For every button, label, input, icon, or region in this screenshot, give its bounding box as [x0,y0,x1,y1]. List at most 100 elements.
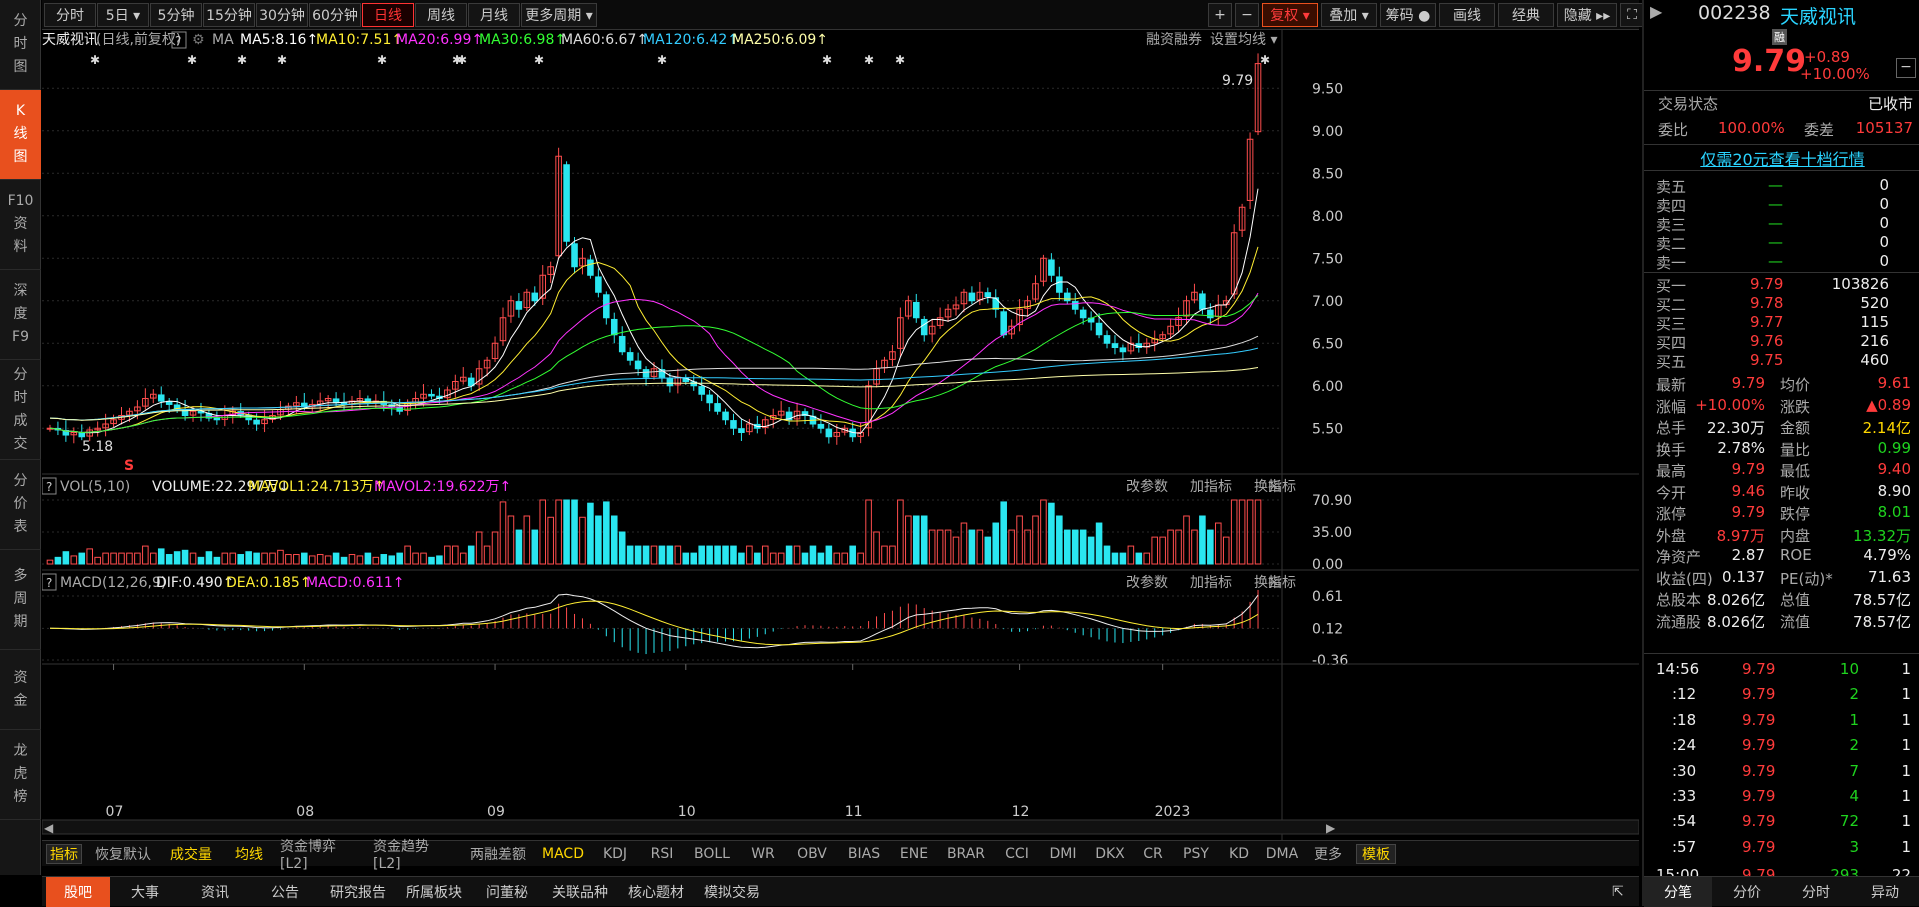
left-nav-item-5[interactable]: 分 价 表 [0,460,41,550]
indicator-24[interactable]: 模板 [1356,844,1396,864]
s-marker[interactable]: S [124,458,134,474]
period-btn-0[interactable]: 分时 [44,3,96,27]
tool-btn-3[interactable]: 叠加 ▾ [1321,3,1377,27]
tool-btn-8[interactable]: ⛶ [1620,3,1644,27]
indicator-22[interactable]: DMA [1264,844,1300,864]
expand-icon[interactable]: ⇱ [1612,877,1624,907]
volume-bar [1071,529,1079,565]
tool-btn-2[interactable]: 复权 ▾ [1262,3,1318,27]
left-nav-item-6[interactable]: 多 周 期 [0,550,41,650]
indicator-8[interactable]: KDJ [596,844,634,864]
event-marker-icon[interactable]: ✱ [90,53,100,67]
indicator-0[interactable]: 指标 [46,844,82,864]
bottom-tab-9[interactable]: 模拟交易 [694,877,770,907]
left-nav-item-0[interactable]: 分 时 图 [0,0,41,90]
period-btn-9[interactable]: 更多周期 ▾ [521,3,597,27]
indicator-11[interactable]: WR [745,844,781,864]
indicator-21[interactable]: KD [1225,844,1253,864]
kline-chart[interactable]: 9.50 9.00 8.50 8.00 7.50 7.00 6.50 6.00 5.50 天威视讯… [42,30,1639,840]
stock-name[interactable]: 天威视讯 [1780,2,1856,29]
vol-btn-1[interactable]: 加指标 [1190,479,1232,495]
tool-btn-7[interactable]: 隐藏 ▸▸ [1557,3,1617,27]
tool-btn-5[interactable]: 画线 [1439,3,1495,27]
indicator-4[interactable]: 资金博弈[L2] [280,839,362,872]
event-marker-icon[interactable]: ✱ [1260,53,1270,67]
event-marker-icon[interactable]: ✱ [864,53,874,67]
indicator-23[interactable]: 更多 [1311,844,1345,864]
indicator-2[interactable]: 成交量 [164,844,218,864]
left-nav-item-4[interactable]: 分 时 成 交 [0,360,41,460]
indicator-10[interactable]: BOLL [690,844,734,864]
indicator-5[interactable]: 资金趋势[L2] [373,839,455,872]
left-nav-item-7[interactable]: 资 金 [0,650,41,730]
tool-btn-1[interactable]: − [1235,3,1259,27]
period-btn-3[interactable]: 15分钟 [203,3,255,27]
period-btn-7[interactable]: 周线 [415,3,467,27]
right-tab-1[interactable]: 分价 [1713,877,1781,907]
tool-btn-6[interactable]: 经典 [1498,3,1554,27]
close-icon[interactable]: ☒ [1268,479,1281,495]
bottom-tab-6[interactable]: 问董秘 [472,877,542,907]
macd-btn-0[interactable]: 改参数 [1126,574,1168,591]
tick-row: 14:56 9.79 10 1 [1644,660,1919,680]
vol-btn-0[interactable]: 改参数 [1126,478,1168,495]
settings-gear-icon[interactable]: ⚙ [192,32,205,48]
event-marker-icon[interactable]: ✱ [822,53,832,67]
left-nav-item-8[interactable]: 龙 虎 榜 [0,730,41,820]
chart-scrollbar[interactable] [42,819,1639,835]
scroll-left-icon[interactable]: ◀ [44,821,54,835]
bottom-tab-2[interactable]: 资讯 [180,877,250,907]
macd-btn-1[interactable]: 加指标 [1190,575,1232,591]
indicator-19[interactable]: CR [1139,844,1167,864]
right-tab-0[interactable]: 分笔 [1644,877,1712,907]
indicator-6[interactable]: 两融差额 [466,844,530,864]
event-marker-icon[interactable]: ✱ [377,53,387,67]
bottom-tab-3[interactable]: 公告 [250,877,320,907]
indicator-1[interactable]: 恢复默认 [93,844,153,864]
right-tab-3[interactable]: 异动 [1851,877,1919,907]
indicator-20[interactable]: PSY [1178,844,1214,864]
period-btn-4[interactable]: 30分钟 [256,3,308,27]
bottom-tab-5[interactable]: 所属板块 [396,877,472,907]
event-marker-icon[interactable]: ✱ [895,53,905,67]
event-marker-icon[interactable]: ✱ [237,53,247,67]
event-marker-icon[interactable]: ✱ [534,53,544,67]
right-tab-2[interactable]: 分时 [1782,877,1850,907]
indicator-3[interactable]: 均线 [229,844,269,864]
event-marker-icon[interactable]: ✱ [657,53,667,67]
close-icon[interactable]: ☒ [1268,575,1281,591]
period-btn-1[interactable]: 5日 ▾ [97,3,149,27]
indicator-9[interactable]: RSI [645,844,679,864]
left-nav-item-3[interactable]: 深 度 F9 [0,270,41,360]
event-marker-icon[interactable]: ✱ [457,53,467,67]
left-nav-item-2[interactable]: F10 资 料 [0,180,41,270]
left-nav-item-1[interactable]: K 线 图 [0,90,41,180]
period-btn-2[interactable]: 5分钟 [150,3,202,27]
period-btn-8[interactable]: 月线 [468,3,520,27]
collapse-arrow-icon[interactable]: ▶ [1650,2,1670,28]
indicator-13[interactable]: BIAS [843,844,885,864]
period-btn-5[interactable]: 60分钟 [309,3,361,27]
event-marker-icon[interactable]: ✱ [187,53,197,67]
ma-settings-link[interactable]: 设置均线 ▾ [1210,32,1277,48]
bottom-tab-0[interactable]: 股吧 [46,877,110,907]
bottom-tab-8[interactable]: 核心题材 [618,877,694,907]
bottom-tab-4[interactable]: 研究报告 [320,877,396,907]
minimize-icon[interactable]: − [1896,58,1916,78]
margin-trading-link[interactable]: 融资融券 [1146,32,1202,48]
indicator-12[interactable]: OBV [792,844,832,864]
indicator-14[interactable]: ENE [896,844,932,864]
indicator-17[interactable]: DMI [1045,844,1081,864]
level2-promo-link[interactable]: 仅需20元查看十档行情 [1644,146,1919,170]
indicator-16[interactable]: CCI [1000,844,1034,864]
indicator-18[interactable]: DKX [1092,844,1128,864]
indicator-7[interactable]: MACD [541,844,585,864]
event-marker-icon[interactable]: ✱ [277,53,287,67]
bottom-tab-7[interactable]: 关联品种 [542,877,618,907]
scroll-right-icon[interactable]: ▶ [1326,821,1336,835]
period-btn-6[interactable]: 日线 [362,3,414,27]
bottom-tab-1[interactable]: 大事 [110,877,180,907]
indicator-15[interactable]: BRAR [943,844,989,864]
tool-btn-4[interactable]: 筹码 ● [1380,3,1436,27]
tool-btn-0[interactable]: + [1208,3,1232,27]
